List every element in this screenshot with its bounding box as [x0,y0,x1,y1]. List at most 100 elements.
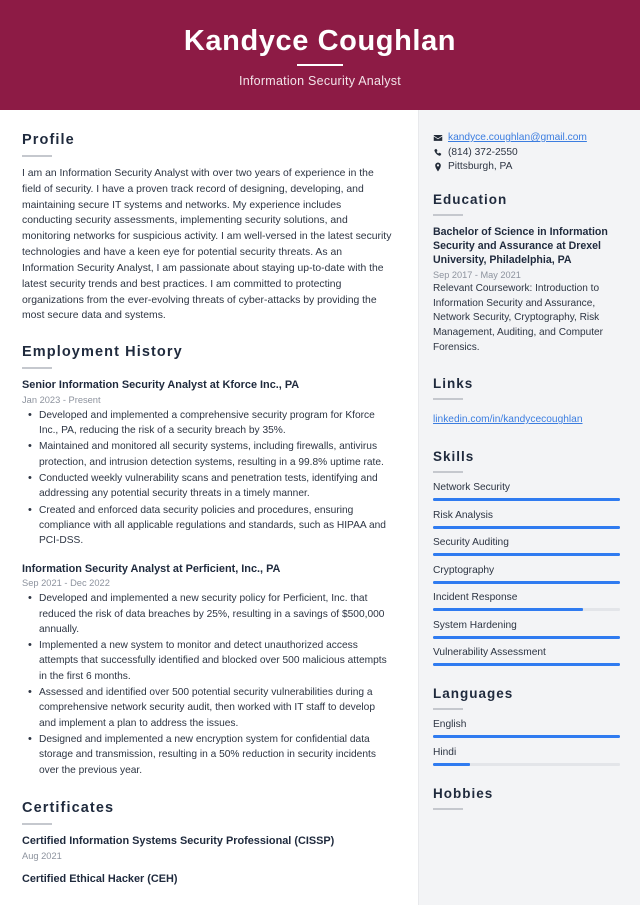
employment-entry-date: Sep 2021 - Dec 2022 [22,578,110,589]
language-label: Hindi [433,746,457,758]
bullet-item: Designed and implemented a new encryptio… [22,731,392,778]
language-bar-fill [433,735,620,739]
skill-label: Vulnerability Assessment [433,647,546,659]
skill-item: Security Auditing [433,537,620,557]
skill-item: Cryptography [433,565,620,584]
certificates-heading: Certificates [22,799,115,816]
hobbies-heading-divider [433,807,463,810]
contact-location-row: Pittsburgh, PA [433,161,620,172]
skill-bar-fill [433,635,620,639]
bullet-item: Assessed and identified over 500 potenti… [22,684,392,731]
bullet-item: Developed and implemented a new security… [22,590,392,637]
language-item: English [433,719,620,739]
link-linkedin[interactable]: linkedin.com/in/kandycecoughlan [433,414,583,425]
skill-bar-fill [433,580,620,584]
employment-entry-bullets: Developed and implemented a new security… [22,590,392,778]
header-divider [297,64,343,67]
bullet-item: Developed and implemented a comprehensiv… [22,407,392,439]
education-entry-title: Bachelor of Science in Information Secur… [433,226,608,267]
skill-label: Incident Response [433,592,518,604]
employment-entry-title: Information Security Analyst at Perficie… [22,562,281,575]
skill-item: Incident Response [433,592,620,612]
education-entry: Bachelor of Science in Information Secur… [433,225,620,356]
skill-label: System Hardening [433,619,517,631]
bullet-item: Implemented a new system to monitor and … [22,637,392,684]
map-pin-icon [433,161,448,172]
skills-heading-divider [433,471,463,474]
skill-bar-fill [433,498,620,502]
certificate-date: Aug 2021 [22,850,62,861]
contact-email-row[interactable]: kandyce.coughlan@gmail.com [433,132,620,143]
skill-item: System Hardening [433,620,620,639]
envelope-icon [433,132,448,143]
skill-item: Risk Analysis [433,510,620,529]
sidebar-column: kandyce.coughlan@gmail.com (814) 372-255… [418,110,640,905]
language-bar-fill [433,762,471,766]
profile-text: I am an Information Security Analyst wit… [22,168,392,322]
skill-bar-track [433,553,620,557]
skill-label: Cryptography [433,564,495,576]
employment-entry: Senior Information Security Analyst at K… [22,378,392,548]
certificate-entry: Certified Ethical Hacker (CEH) [22,872,392,887]
skill-bar-fill [433,663,620,667]
profile-heading-divider [22,155,52,157]
contact-email-text[interactable]: kandyce.coughlan@gmail.com [448,132,587,143]
resume-document: Kandyce Coughlan Information Security An… [0,0,640,905]
contact-block: kandyce.coughlan@gmail.com (814) 372-255… [433,132,620,172]
profile-heading: Profile [22,132,75,148]
skill-bar-fill [433,525,620,529]
resume-header: Kandyce Coughlan Information Security An… [0,0,640,110]
contact-phone-row: (814) 372-2550 [433,147,620,158]
section-profile: Profile I am an Information Security Ana… [22,132,392,324]
contact-location-text: Pittsburgh, PA [448,161,513,172]
section-languages: Languages English Hindi [433,686,620,766]
certificate-title: Certified Information Systems Security P… [22,834,335,847]
employment-heading: Employment History [22,344,183,361]
bullet-item: Created and enforced data security polic… [22,502,392,549]
section-education: Education Bachelor of Science in Informa… [433,192,620,356]
skills-heading: Skills [433,449,475,465]
links-heading-divider [433,398,463,401]
education-entry-description: Relevant Coursework: Introduction to Inf… [433,282,604,354]
bullet-item: Conducted weekly vulnerability scans and… [22,470,392,502]
section-certificates: Certificates Certified Information Syste… [22,800,392,886]
employment-entry-title: Senior Information Security Analyst at K… [22,379,300,392]
candidate-job-title: Information Security Analyst [239,74,401,89]
language-label: English [433,719,467,731]
employment-entry: Information Security Analyst at Perficie… [22,562,392,778]
language-item: Hindi [433,747,620,766]
employment-entry-date: Jan 2023 - Present [22,394,101,405]
language-bar-track [433,762,620,766]
phone-icon [433,147,448,158]
section-employment-history: Employment History Senior Information Se… [22,344,392,778]
skill-bar-fill [433,553,620,557]
links-heading: Links [433,376,474,392]
skill-label: Network Security [433,482,510,494]
skill-bar-track [433,608,620,612]
main-column: Profile I am an Information Security Ana… [0,110,418,905]
skill-label: Risk Analysis [433,509,494,521]
certificate-entry: Certified Information Systems Security P… [22,834,392,861]
languages-heading: Languages [433,686,514,702]
language-bar-track [433,735,620,739]
employment-entry-bullets: Developed and implemented a comprehensiv… [22,407,392,549]
education-heading: Education [433,192,508,207]
skill-bar-track [433,635,620,639]
skill-bar-track [433,498,620,502]
section-skills: Skills Network Security Risk Analysis Se… [433,449,620,667]
bullet-item: Maintained and monitored all security sy… [22,438,392,470]
employment-heading-divider [22,367,52,370]
section-links: Links linkedin.com/in/kandycecoughlan [433,376,620,427]
resume-body: Profile I am an Information Security Ana… [0,110,640,905]
skill-item: Vulnerability Assessment [433,647,620,667]
skill-bar-track [433,663,620,667]
skill-label: Security Auditing [433,537,509,549]
skill-item: Network Security [433,482,620,502]
skill-bar-track [433,525,620,529]
section-hobbies: Hobbies [433,786,620,810]
certificates-heading-divider [22,822,52,825]
skill-bar-fill [433,608,583,612]
education-entry-date: Sep 2017 - May 2021 [433,269,521,280]
certificate-title: Certified Ethical Hacker (CEH) [22,872,178,885]
candidate-name: Kandyce Coughlan [183,24,457,57]
